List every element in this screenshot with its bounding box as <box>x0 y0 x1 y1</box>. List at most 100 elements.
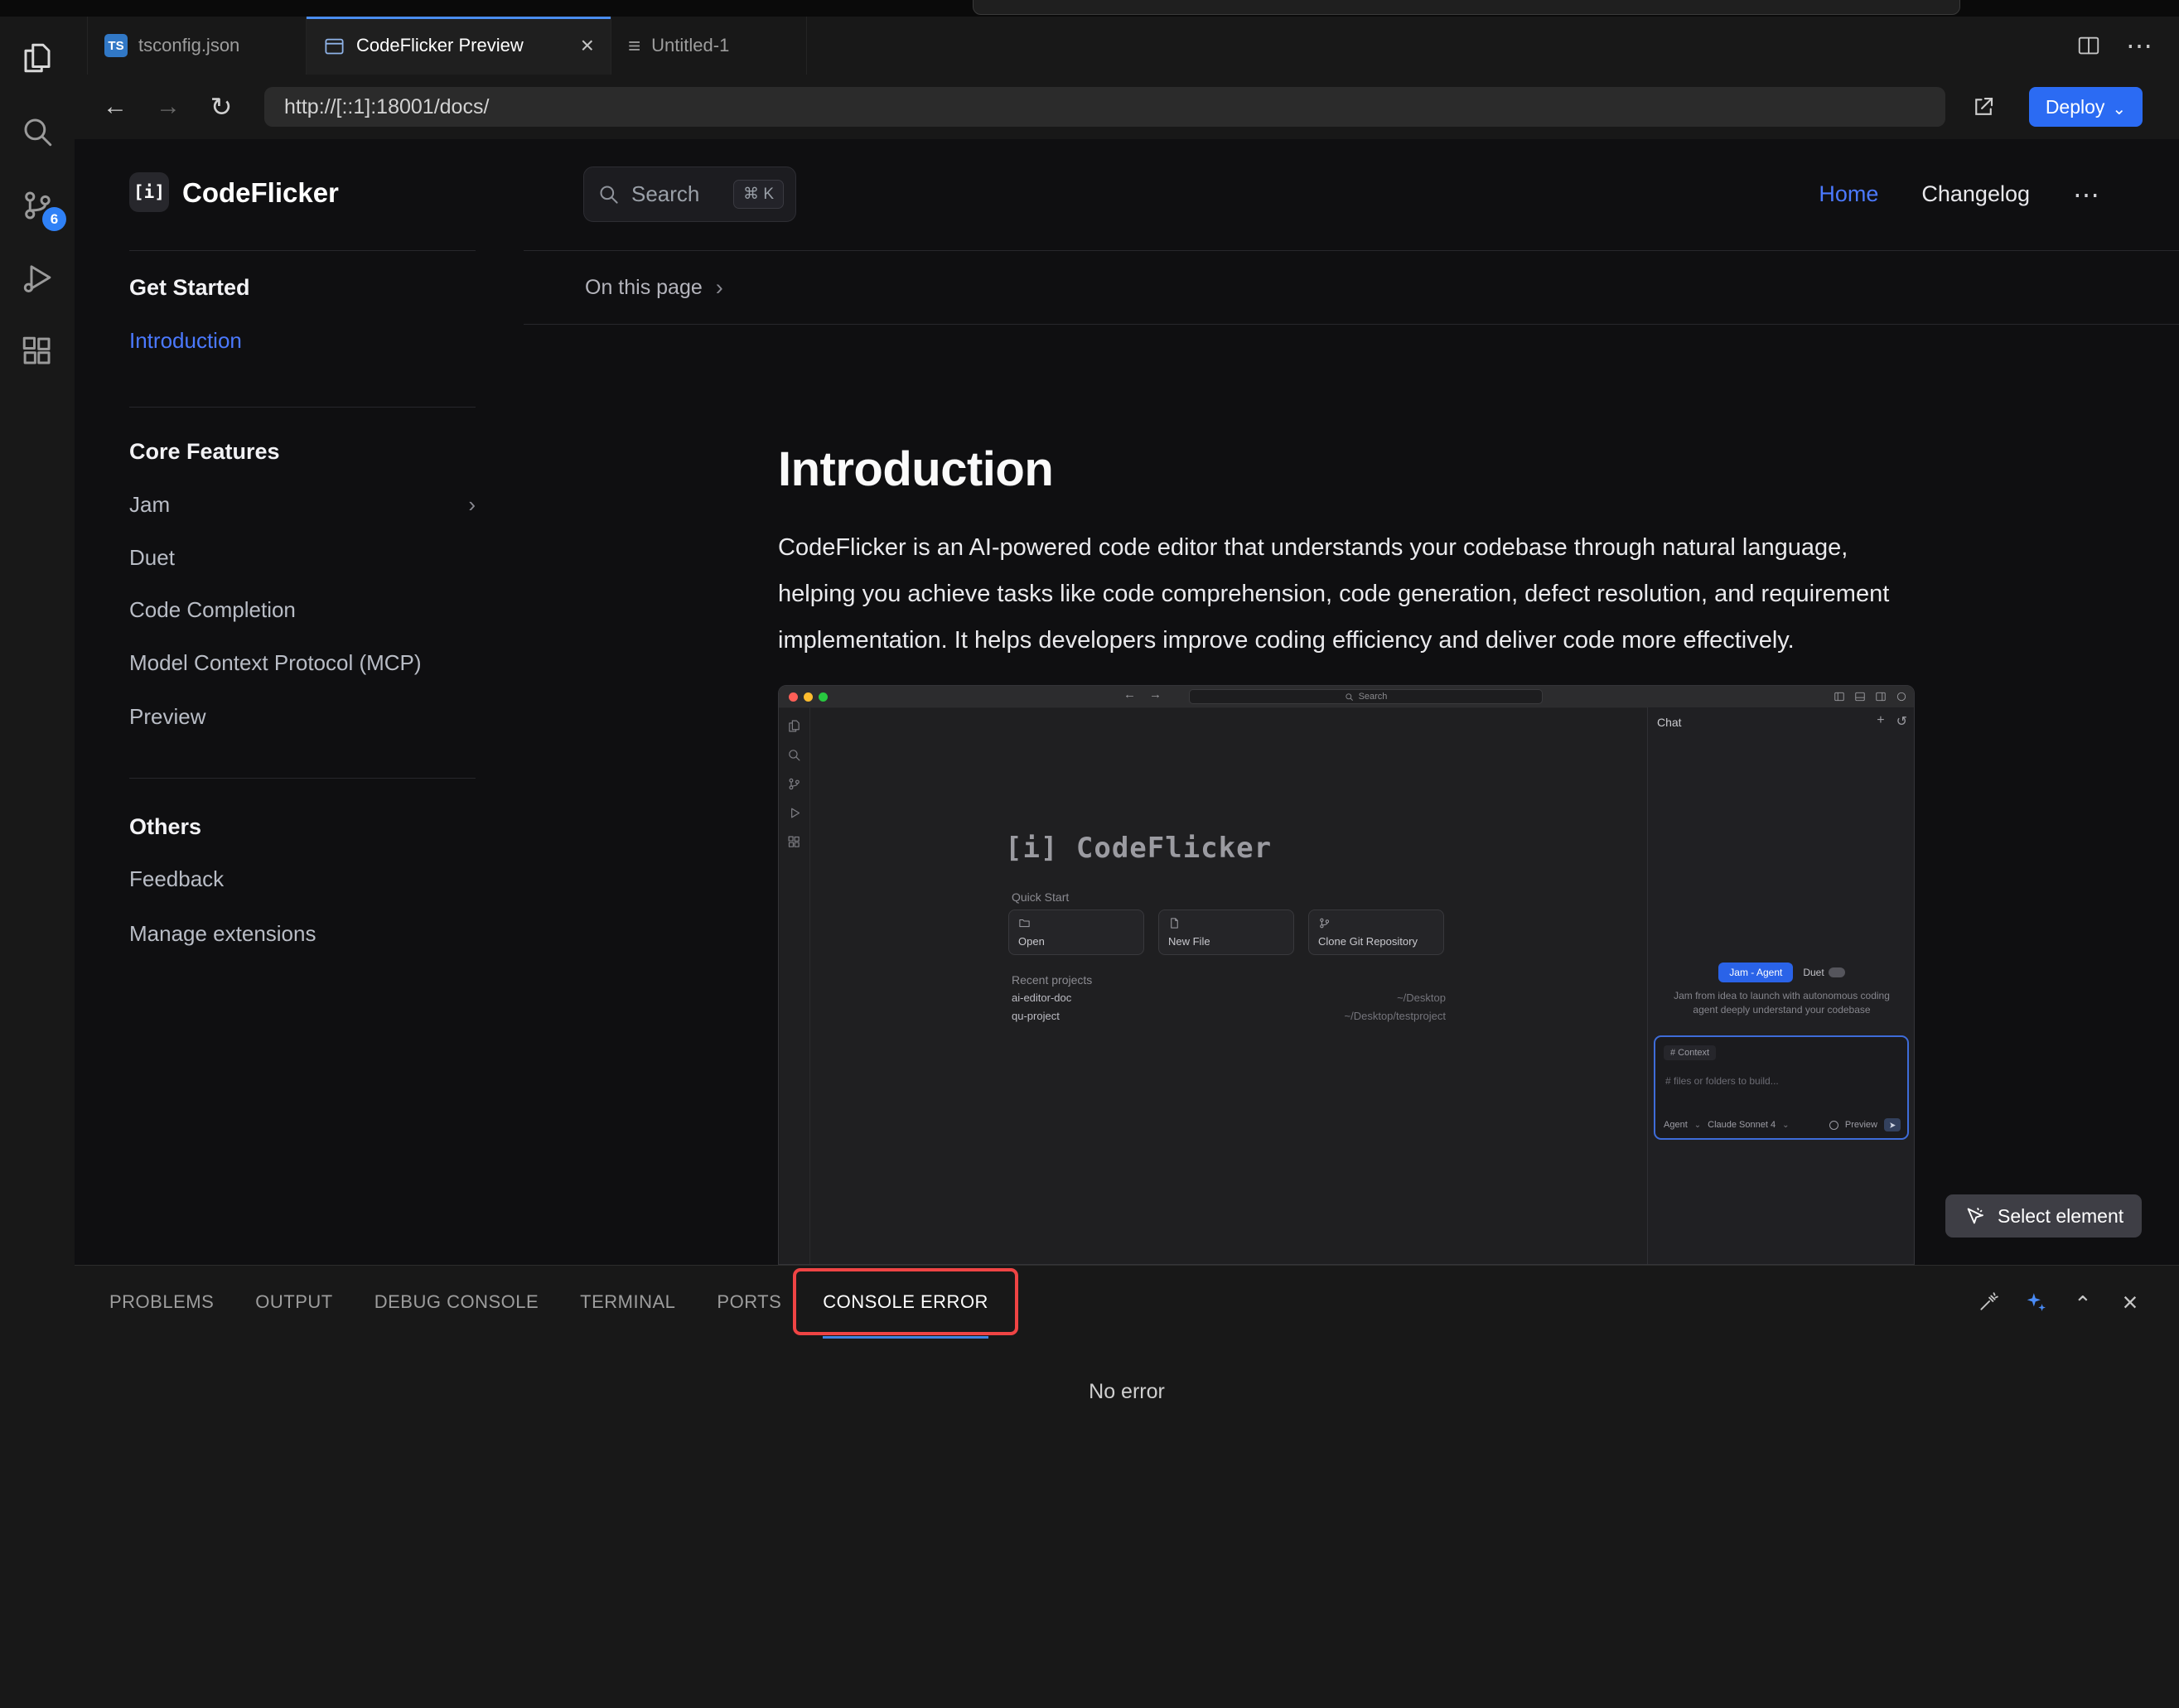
tab-untitled[interactable]: ≡ Untitled-1 <box>611 17 807 75</box>
hero-chat-tab-duet: Duet <box>1803 967 1844 978</box>
hero-scm-icon <box>787 777 801 791</box>
hero-zoom-dot <box>819 692 828 702</box>
sidebar-item-introduction[interactable]: Introduction <box>129 328 476 354</box>
search-activity-icon[interactable] <box>0 101 75 162</box>
sidebar-heading-core-features: Core Features <box>129 439 280 465</box>
nav-changelog-link[interactable]: Changelog <box>1921 181 2030 207</box>
panel-tab-problems[interactable]: PROBLEMS <box>109 1266 214 1339</box>
tab-tsconfig[interactable]: TS tsconfig.json <box>87 17 307 75</box>
select-element-button[interactable]: Select element <box>1945 1194 2142 1238</box>
explorer-icon[interactable] <box>0 27 75 89</box>
hero-send-button <box>1884 1118 1901 1131</box>
hero-window-chrome: ← → Search <box>779 686 1914 708</box>
hero-close-dot <box>789 692 798 702</box>
hero-recent-name: qu-project <box>1012 1010 1060 1022</box>
hero-agent-select: Agent <box>1664 1120 1688 1130</box>
hero-new-file-button: New File <box>1158 909 1294 955</box>
hero-sidebar-right-icon <box>1875 691 1887 702</box>
sidebar-item-label: Preview <box>129 704 205 730</box>
page-title: Introduction <box>778 441 1053 497</box>
history-icon: ↺ <box>1896 713 1907 730</box>
docs-nav: Home Changelog ⋯ <box>1819 166 2101 222</box>
hero-chat-tabs: Jam - Agent Duet <box>1648 963 1915 982</box>
git-branch-icon <box>1318 917 1331 929</box>
hero-recent-name: ai-editor-doc <box>1012 992 1071 1004</box>
hero-search-icon <box>787 748 801 762</box>
reload-icon[interactable]: ↻ <box>203 89 239 125</box>
new-file-icon <box>1168 917 1181 929</box>
hero-explorer-icon <box>787 719 801 733</box>
back-icon[interactable]: ← <box>97 89 133 125</box>
sidebar-item-duet[interactable]: Duet <box>129 545 476 571</box>
url-input[interactable]: http://[::1]:18001/docs/ <box>264 87 1945 127</box>
hero-button-label: New File <box>1168 935 1284 948</box>
close-icon[interactable]: × <box>581 34 594 57</box>
sidebar-item-label: Jam <box>129 492 170 518</box>
tab-codeflicker-preview[interactable]: CodeFlicker Preview × <box>307 17 611 75</box>
console-error-message: No error <box>75 1380 2179 1404</box>
article-hero-image: ← → Search [i] CodeFlicker Quick Start <box>778 685 1915 1265</box>
panel-tab-debug-console[interactable]: DEBUG CONSOLE <box>374 1266 539 1339</box>
sidebar-item-manage-extensions[interactable]: Manage extensions <box>129 921 476 947</box>
sidebar-item-label: Introduction <box>129 328 242 354</box>
hero-minimize-dot <box>804 692 813 702</box>
nav-more-icon[interactable]: ⋯ <box>2073 179 2101 210</box>
window-titlebar <box>0 0 2179 17</box>
sidebar-item-label: Manage extensions <box>129 921 316 947</box>
split-editor-icon[interactable] <box>2076 33 2101 58</box>
file-icon: ≡ <box>628 33 640 59</box>
panel-tab-output[interactable]: OUTPUT <box>255 1266 332 1339</box>
hero-history-arrows: ← → <box>1123 688 1162 702</box>
hero-debug-icon <box>787 806 801 820</box>
panel-tab-ports[interactable]: PORTS <box>717 1266 781 1339</box>
panel-tab-bar: PROBLEMS OUTPUT DEBUG CONSOLE TERMINAL P… <box>75 1266 988 1339</box>
open-external-icon[interactable] <box>1965 89 2002 125</box>
sidebar-item-preview[interactable]: Preview <box>129 704 476 730</box>
inspect-cursor-icon <box>1964 1205 1986 1228</box>
panel-tab-console-error[interactable]: CONSOLE ERROR <box>823 1266 988 1339</box>
deploy-button[interactable]: Deploy ⌄ <box>2029 87 2143 127</box>
nav-home-link[interactable]: Home <box>1819 181 1878 207</box>
close-icon: × <box>2123 1287 2138 1318</box>
search-shortcut: ⌘ K <box>733 180 784 209</box>
docs-logo: [i] <box>129 172 169 212</box>
bottom-panel: PROBLEMS OUTPUT DEBUG CONSOLE TERMINAL P… <box>75 1265 2179 1708</box>
panel-tab-terminal[interactable]: TERMINAL <box>580 1266 675 1339</box>
hero-context-chip: # Context <box>1664 1045 1716 1060</box>
run-debug-icon[interactable] <box>0 247 75 308</box>
deploy-label: Deploy <box>2046 96 2105 118</box>
on-this-page-bar[interactable]: On this page › <box>524 250 2179 325</box>
hero-search-label: Search <box>1359 692 1388 702</box>
sidebar-item-feedback[interactable]: Feedback <box>129 866 476 892</box>
sidebar-item-mcp[interactable]: Model Context Protocol (MCP) <box>129 650 476 676</box>
editor-actions: ⋯ <box>2076 17 2179 75</box>
chevron-down-icon: ⌄ <box>1694 1121 1701 1130</box>
sidebar-item-code-completion[interactable]: Code Completion <box>129 597 476 623</box>
sidebar-item-jam[interactable]: Jam › <box>129 492 476 518</box>
close-panel-icon[interactable]: × <box>2118 1290 2143 1315</box>
search-icon <box>1345 692 1354 702</box>
hero-search-pill: Search <box>1189 689 1543 704</box>
sparkle-icon[interactable] <box>2023 1290 2048 1315</box>
browser-bar: ← → ↻ http://[::1]:18001/docs/ Deploy ⌄ <box>75 75 2179 139</box>
command-center[interactable] <box>973 0 1960 15</box>
editor-tab-bar: TS tsconfig.json CodeFlicker Preview × ≡… <box>75 17 2179 75</box>
forward-icon[interactable]: → <box>150 89 186 125</box>
source-control-icon[interactable]: 6 <box>0 175 75 236</box>
extensions-icon[interactable] <box>0 321 75 382</box>
hero-model-select: Claude Sonnet 4 <box>1708 1120 1776 1130</box>
hero-button-label: Clone Git Repository <box>1318 935 1434 948</box>
chevron-down-icon: ⌄ <box>2112 99 2126 119</box>
hero-chat-tab-jam: Jam - Agent <box>1718 963 1793 982</box>
sidebar-item-label: Duet <box>129 545 175 571</box>
url-text: http://[::1]:18001/docs/ <box>284 95 489 119</box>
collapse-panel-icon[interactable]: ⌄ <box>2070 1290 2095 1315</box>
docs-search-button[interactable]: Search ⌘ K <box>583 166 796 222</box>
hero-quick-start-label: Quick Start <box>1012 890 1069 904</box>
fix-icon[interactable] <box>1976 1290 2001 1315</box>
more-icon[interactable]: ⋯ <box>2126 30 2154 61</box>
divider <box>129 407 476 408</box>
sidebar-item-label: Model Context Protocol (MCP) <box>129 650 422 676</box>
chevron-right-icon: › <box>468 492 476 518</box>
hero-sidebar-left-icon <box>1834 691 1845 702</box>
